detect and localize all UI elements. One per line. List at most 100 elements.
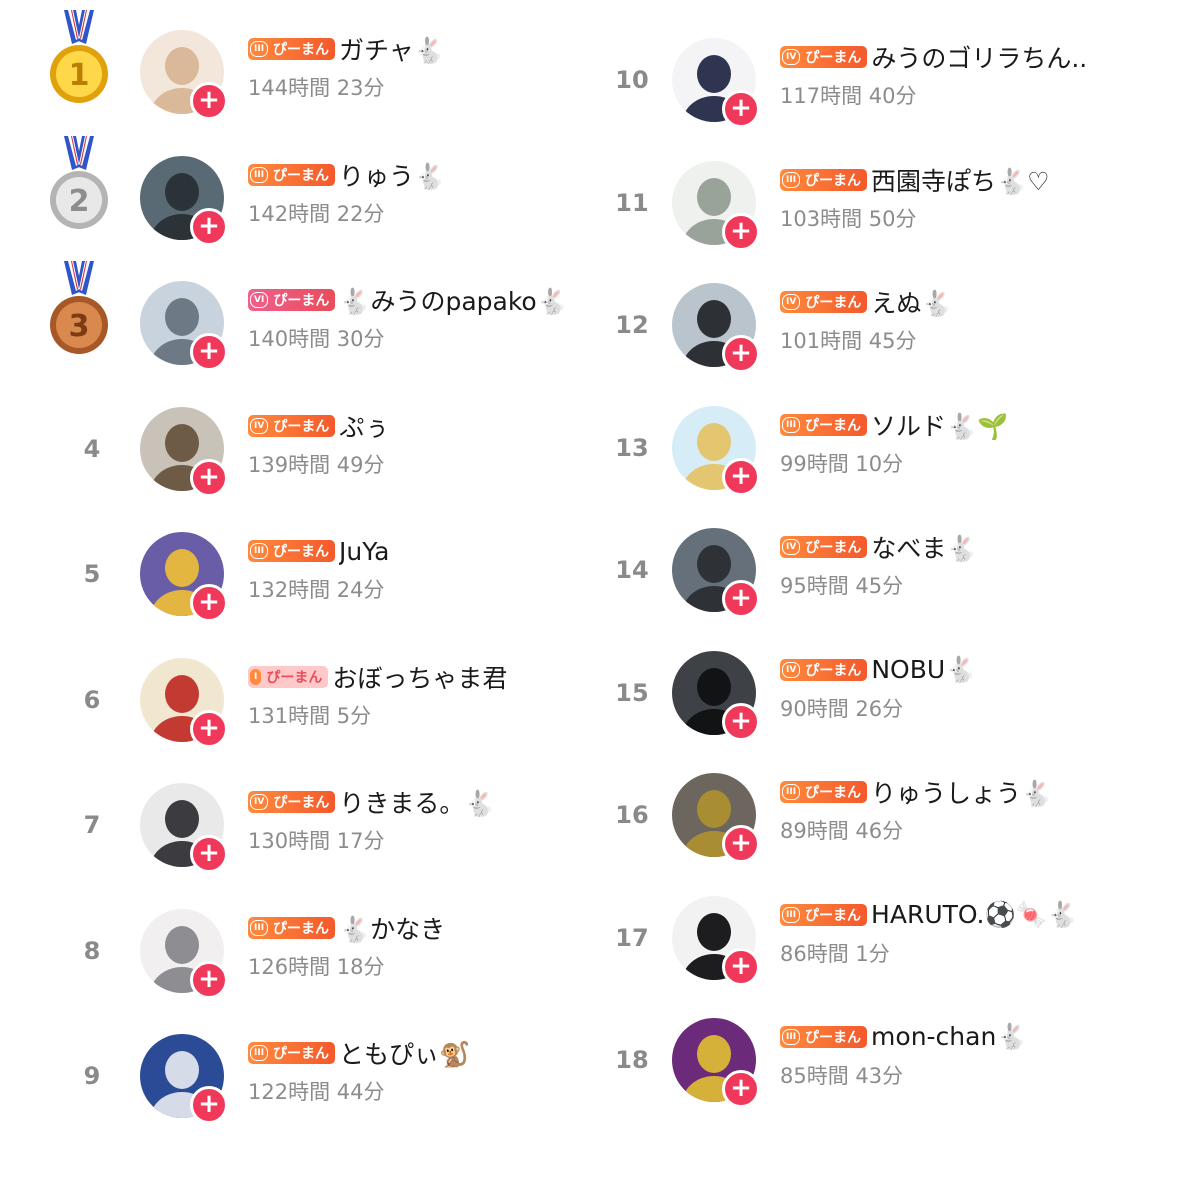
ranking-row[interactable]: 15 + IV ぴーまん NOBU🐇 90時間 26分 <box>600 639 1200 759</box>
follow-plus-icon[interactable]: + <box>722 825 760 863</box>
ranking-row[interactable]: 6 + I ぴーまん おぼっちゃま君 131時間 5分 <box>0 646 600 766</box>
user-name[interactable]: HARUTO.⚽🍬🐇 <box>871 900 1078 930</box>
badge-label: ぴーまん <box>805 540 862 556</box>
user-info: III ぴーまん JuYa 132時間 24分 <box>248 534 389 604</box>
badge-level: III <box>782 416 801 433</box>
ranking-row[interactable]: 10 + IV ぴーまん みうのゴリラちん.. 117時間 40分 <box>600 26 1200 146</box>
listen-time: 99時間 10分 <box>780 451 904 476</box>
listen-time: 95時間 45分 <box>780 574 904 598</box>
avatar[interactable]: + <box>672 528 760 618</box>
follow-plus-icon[interactable]: + <box>722 580 760 618</box>
user-info: III ぴーまん りゅうしょう🐇 89時間 46分 <box>780 775 1052 845</box>
badge-level: IV <box>782 49 801 65</box>
rank-number: 8 <box>83 936 101 965</box>
user-name[interactable]: りゅう🐇 <box>339 157 445 193</box>
ranking-row[interactable]: 12 + IV ぴーまん えぬ🐇 101時間 45分 <box>600 271 1200 391</box>
follow-plus-icon[interactable]: + <box>190 1086 228 1124</box>
avatar[interactable]: + <box>140 155 228 246</box>
user-name[interactable]: りきまる。🐇 <box>339 784 495 820</box>
user-name[interactable]: ガチャ🐇 <box>339 31 445 67</box>
listen-time: 131時間 5分 <box>248 703 372 728</box>
name-line: I ぴーまん おぼっちゃま君 <box>248 660 507 694</box>
ranking-row[interactable]: 13 + III ぴーまん ソルド🐇🌱 99時間 10分 <box>600 394 1200 514</box>
rank-badge: IV ぴーまん <box>248 414 336 437</box>
user-name[interactable]: ぷぅ <box>339 408 389 444</box>
name-line: III ぴーまん ソルド🐇🌱 <box>780 408 1008 442</box>
ranking-row[interactable]: 3 + VI ぴーまん 🐇みうのpapako🐇 140時間 30分 <box>0 261 600 389</box>
follow-plus-icon[interactable]: + <box>190 835 228 873</box>
ranking-row[interactable]: 2 + III ぴーまん りゅう🐇 142時間 22分 <box>0 135 600 264</box>
avatar[interactable]: + <box>140 908 228 999</box>
follow-plus-icon[interactable]: + <box>190 709 228 748</box>
avatar[interactable]: + <box>140 532 228 622</box>
follow-plus-icon[interactable]: + <box>190 82 228 120</box>
rank-number: 18 <box>615 1046 649 1074</box>
rank-badge: III ぴーまん <box>780 168 868 191</box>
follow-plus-icon[interactable]: + <box>190 333 228 371</box>
user-name[interactable]: りゅうしょう🐇 <box>871 774 1052 810</box>
user-name[interactable]: ともぴぃ🐒 <box>339 1035 470 1071</box>
ranking-row[interactable]: 11 + III ぴーまん 西園寺ぽち🐇♡ 103時間 50分 <box>600 149 1200 269</box>
user-info: VI ぴーまん 🐇みうのpapako🐇 140時間 30分 <box>248 283 568 353</box>
name-line: III ぴーまん ともぴぃ🐒 <box>248 1036 470 1070</box>
ranking-row[interactable]: 8 + III ぴーまん 🐇かなき 126時間 18分 <box>0 897 600 1017</box>
follow-plus-icon[interactable]: + <box>722 90 760 128</box>
rank-number: 7 <box>83 811 101 839</box>
avatar[interactable]: + <box>140 30 228 120</box>
follow-plus-icon[interactable]: + <box>722 702 760 741</box>
follow-plus-icon[interactable]: + <box>190 458 228 497</box>
ranking-row[interactable]: 5 + III ぴーまん JuYa 132時間 24分 <box>0 520 600 640</box>
name-line: IV ぴーまん りきまる。🐇 <box>248 785 495 819</box>
ranking-row[interactable]: 18 + III ぴーまん mon-chan🐇 85時間 43分 <box>600 1006 1200 1126</box>
user-name[interactable]: JuYa <box>339 537 389 566</box>
rank-badge: III ぴーまん <box>248 1042 336 1064</box>
user-name[interactable]: mon-chan🐇 <box>871 1022 1027 1052</box>
user-name[interactable]: みうのゴリラちん.. <box>871 39 1087 75</box>
ranking-row[interactable]: 17 + III ぴーまん HARUTO.⚽🍬🐇 86時間 1分 <box>600 884 1200 1004</box>
avatar[interactable]: + <box>672 650 760 741</box>
avatar[interactable]: + <box>672 773 760 863</box>
follow-plus-icon[interactable]: + <box>722 335 760 373</box>
user-name[interactable]: おぼっちゃま君 <box>332 659 507 695</box>
ranking-row[interactable]: 1 + III ぴーまん ガチャ🐇 144時間 23分 <box>0 10 600 138</box>
follow-plus-icon[interactable]: + <box>722 212 760 251</box>
follow-plus-icon[interactable]: + <box>190 960 228 999</box>
ranking-row[interactable]: 9 + III ぴーまん ともぴぃ🐒 122時間 44分 <box>0 1022 600 1142</box>
name-line: III ぴーまん mon-chan🐇 <box>780 1020 1027 1054</box>
user-name[interactable]: 🐇みうのpapako🐇 <box>339 282 568 318</box>
avatar[interactable]: + <box>140 1034 228 1124</box>
rank-badge: III ぴーまん <box>248 540 336 562</box>
badge-label: ぴーまん <box>805 785 862 801</box>
follow-plus-icon[interactable]: + <box>722 947 760 986</box>
ranking-row[interactable]: 16 + III ぴーまん りゅうしょう🐇 89時間 46分 <box>600 761 1200 881</box>
avatar[interactable]: + <box>672 405 760 496</box>
user-info: I ぴーまん おぼっちゃま君 131時間 5分 <box>248 660 507 730</box>
badge-label: ぴーまん <box>805 295 862 311</box>
listen-time: 126時間 18分 <box>248 954 385 979</box>
avatar[interactable]: + <box>672 283 760 373</box>
follow-plus-icon[interactable]: + <box>722 457 760 496</box>
svg-text:3: 3 <box>69 309 90 344</box>
avatar[interactable]: + <box>140 657 228 748</box>
user-name[interactable]: 🐇かなき <box>339 910 445 946</box>
badge-level: III <box>250 1045 269 1061</box>
user-name[interactable]: えぬ🐇 <box>871 284 952 320</box>
user-name[interactable]: 西園寺ぽち🐇♡ <box>871 162 1050 198</box>
ranking-row[interactable]: 7 + IV ぴーまん りきまる。🐇 130時間 17分 <box>0 771 600 891</box>
avatar[interactable]: + <box>672 160 760 251</box>
ranking-row[interactable]: 4 + IV ぴーまん ぷぅ 139時間 49分 <box>0 395 600 515</box>
user-name[interactable]: なべま🐇 <box>871 529 977 565</box>
badge-level: IV <box>250 417 269 434</box>
user-name[interactable]: ソルド🐇🌱 <box>871 407 1008 443</box>
avatar[interactable]: + <box>672 38 760 128</box>
avatar[interactable]: + <box>672 895 760 986</box>
user-name[interactable]: NOBU🐇 <box>871 655 976 685</box>
avatar[interactable]: + <box>672 1018 760 1108</box>
follow-plus-icon[interactable]: + <box>190 584 228 622</box>
ranking-row[interactable]: 14 + IV ぴーまん なべま🐇 95時間 45分 <box>600 516 1200 636</box>
follow-plus-icon[interactable]: + <box>722 1070 760 1108</box>
avatar[interactable]: + <box>140 783 228 873</box>
follow-plus-icon[interactable]: + <box>190 207 228 246</box>
avatar[interactable]: + <box>140 281 228 371</box>
avatar[interactable]: + <box>140 406 228 497</box>
